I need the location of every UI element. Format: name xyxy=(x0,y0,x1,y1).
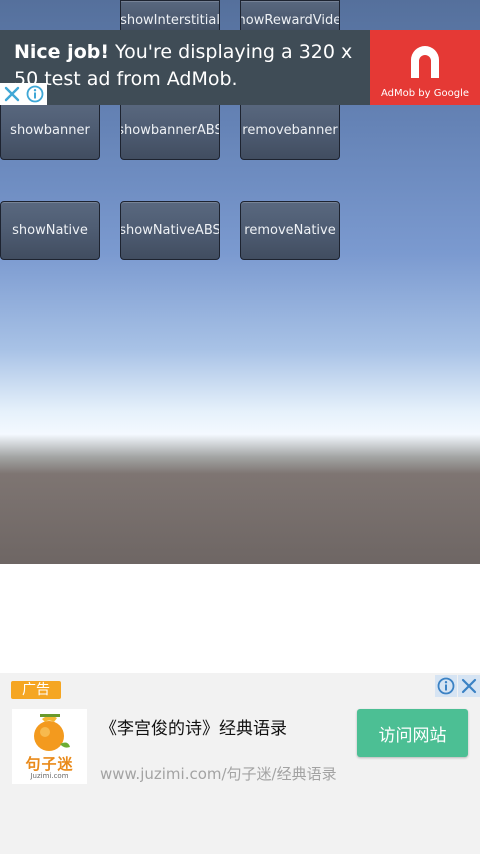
show-native-abs-label: showNativeABS xyxy=(120,223,220,238)
remove-native-label: removeNative xyxy=(244,223,336,238)
native-ad-banner[interactable]: 广告 句子迷 Juzimi.com 《李宫俊的诗》经典语录 www.juzimi… xyxy=(0,673,480,854)
close-icon xyxy=(461,678,477,694)
native-ad-url: www.juzimi.com/句子迷/经典语录 xyxy=(100,765,337,783)
native-ad-close-button[interactable] xyxy=(458,675,480,697)
admob-logo: AdMob by Google xyxy=(370,30,480,105)
game-scene-background: showInterstitial showRewardVideo showban… xyxy=(0,0,480,564)
remove-banner-button[interactable]: removebanner xyxy=(240,101,340,160)
show-native-button[interactable]: showNative xyxy=(0,201,100,260)
ad-close-button[interactable] xyxy=(0,83,23,105)
ad-badge: 广告 xyxy=(11,681,61,699)
ad-info-button[interactable] xyxy=(23,83,47,105)
show-native-label: showNative xyxy=(12,223,88,238)
orange-fruit-icon xyxy=(34,714,70,751)
native-ad-info-button[interactable] xyxy=(435,675,457,697)
admob-banner-text: Nice job! You're displaying a 320 x 50 t… xyxy=(14,39,370,93)
info-icon xyxy=(437,677,455,695)
admob-test-banner[interactable]: Nice job! You're displaying a 320 x 50 t… xyxy=(0,30,480,105)
show-banner-button[interactable]: showbanner xyxy=(0,101,100,160)
admob-banner-headline: Nice job! xyxy=(14,41,110,63)
show-reward-video-button[interactable]: showRewardVideo xyxy=(240,0,340,34)
show-banner-abs-button[interactable]: showbannerABS xyxy=(120,101,220,160)
remove-native-button[interactable]: removeNative xyxy=(240,201,340,260)
info-icon xyxy=(26,85,44,103)
show-banner-label: showbanner xyxy=(10,123,90,138)
juzimi-logo-url: Juzimi.com xyxy=(30,772,69,780)
native-ad-title: 《李宫俊的诗》经典语录 xyxy=(100,719,287,739)
show-interstitial-button[interactable]: showInterstitial xyxy=(120,0,220,34)
show-interstitial-label: showInterstitial xyxy=(120,12,220,28)
show-reward-video-label: showRewardVideo xyxy=(241,12,339,28)
juzimi-logo: 句子迷 Juzimi.com xyxy=(12,709,87,784)
juzimi-logo-name: 句子迷 xyxy=(25,755,74,773)
show-native-abs-button[interactable]: showNativeABS xyxy=(120,201,220,260)
visit-website-button[interactable]: 访问网站 xyxy=(357,709,468,757)
remove-banner-label: removebanner xyxy=(242,123,338,138)
close-icon xyxy=(4,86,19,102)
admob-logo-caption: AdMob by Google xyxy=(381,88,469,99)
show-banner-abs-label: showbannerABS xyxy=(120,123,220,138)
